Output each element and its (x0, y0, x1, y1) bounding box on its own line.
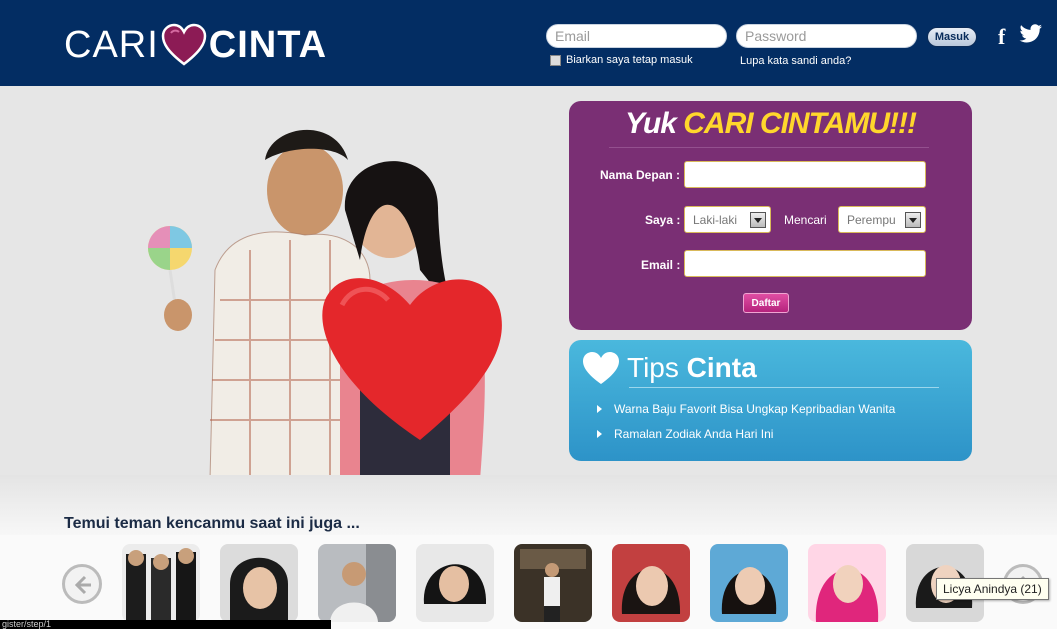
remember-me-checkbox[interactable] (550, 54, 561, 66)
register-title: Yuk CARI CINTAMU!!! (625, 107, 917, 140)
member-photo[interactable] (122, 544, 200, 622)
login-button[interactable]: Masuk (927, 27, 977, 47)
member-photo[interactable] (220, 544, 298, 622)
member-photo[interactable] (514, 544, 592, 622)
chevron-down-icon (750, 212, 766, 228)
seeking-select-value: Perempu (847, 212, 896, 227)
browser-status-bar: gister/step/1 (0, 620, 331, 629)
email-label: Email : (641, 258, 681, 272)
bullet-arrow-icon (597, 405, 602, 413)
tip-link[interactable]: Ramalan Zodiak Anda Hari Ini (597, 427, 773, 441)
remember-me[interactable]: Biarkan saya tetap masuk (550, 54, 693, 66)
register-email-input[interactable] (684, 250, 926, 277)
members-heading: Temui teman kencanmu saat ini juga ... (64, 515, 360, 532)
gender-label: Saya : (645, 213, 681, 227)
site-header: CARI CINTA Masuk Biarkan saya tetap masu… (0, 0, 1057, 86)
member-photo[interactable] (612, 544, 690, 622)
tips-divider (629, 387, 939, 388)
remember-me-label: Biarkan saya tetap masuk (566, 54, 693, 66)
register-title-highlight: CARI CINTAMU!!! (683, 107, 917, 140)
tip-link[interactable]: Warna Baju Favorit Bisa Ungkap Kepribadi… (597, 402, 895, 416)
forgot-password-link[interactable]: Lupa kata sandi anda? (740, 55, 851, 67)
chevron-down-icon (905, 212, 921, 228)
heart-icon (583, 352, 619, 384)
first-name-input[interactable] (684, 161, 926, 188)
twitter-icon[interactable] (1019, 24, 1043, 44)
gender-select[interactable]: Laki-laki (684, 206, 771, 233)
seeking-select[interactable]: Perempu (838, 206, 926, 233)
tips-title: Tips Cinta (627, 352, 757, 383)
member-photo[interactable] (416, 544, 494, 622)
login-password-input[interactable] (736, 24, 917, 48)
site-logo[interactable]: CARI CINTA (64, 22, 327, 68)
gender-select-value: Laki-laki (693, 212, 738, 227)
arrow-left-icon (74, 575, 91, 595)
carousel-prev-button[interactable] (62, 564, 102, 604)
daftar-button[interactable]: Daftar (743, 293, 789, 313)
register-panel: Yuk CARI CINTAMU!!! Nama Depan : Saya : … (569, 101, 972, 330)
logo-heart-icon (161, 23, 207, 66)
facebook-icon[interactable]: f (998, 24, 1005, 50)
member-photo[interactable] (710, 544, 788, 622)
tips-panel: Tips Cinta Warna Baju Favorit Bisa Ungka… (569, 340, 972, 461)
member-tooltip: Licya Anindya (21) (936, 578, 1049, 600)
logo-word-cinta: CINTA (208, 23, 328, 66)
member-photo[interactable] (808, 544, 886, 622)
hero-couple-image (148, 129, 502, 480)
first-name-label: Nama Depan : (600, 168, 681, 182)
seeking-label: Mencari (784, 213, 827, 227)
bullet-arrow-icon (597, 430, 602, 438)
register-divider (609, 147, 929, 148)
logo-word-cari: CARI (64, 23, 159, 66)
login-email-input[interactable] (546, 24, 727, 48)
member-photo[interactable] (318, 544, 396, 622)
